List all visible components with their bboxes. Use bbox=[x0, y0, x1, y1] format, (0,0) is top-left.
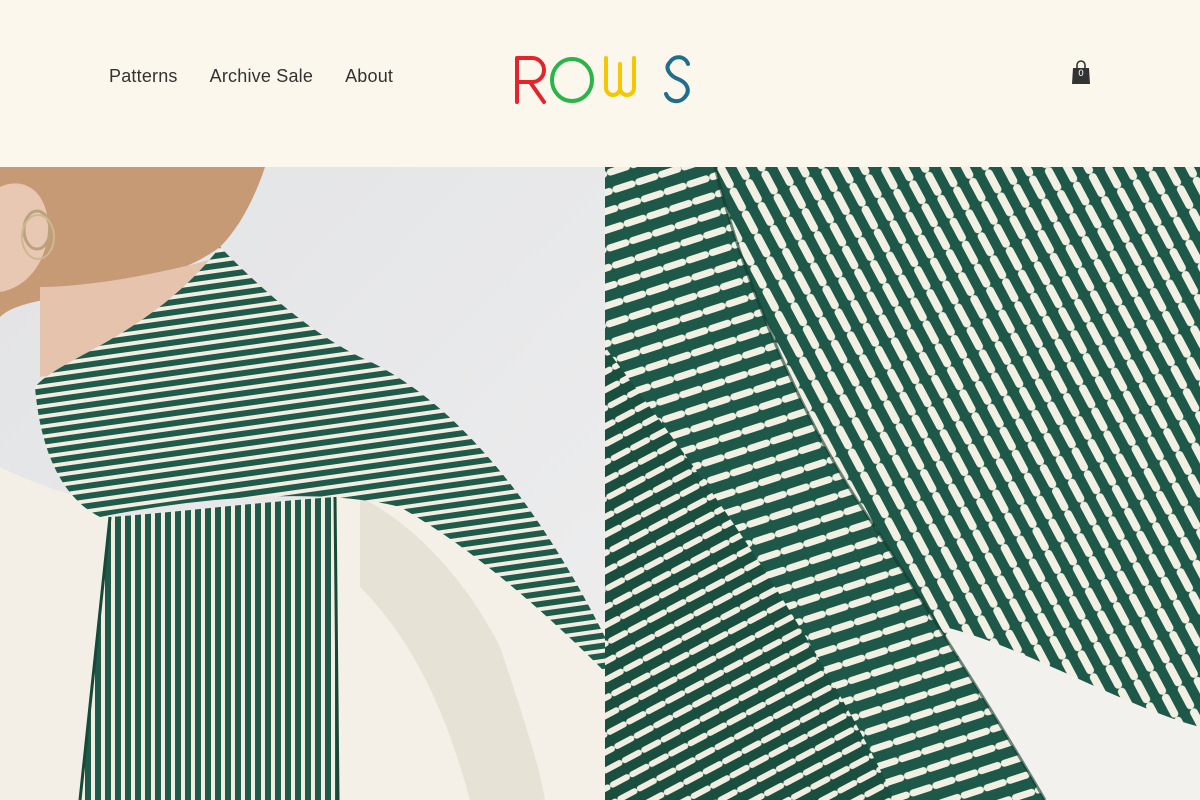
rows-logo-mark bbox=[515, 55, 690, 104]
nav-link-patterns[interactable]: Patterns bbox=[109, 66, 178, 87]
cart-count-badge: 0 bbox=[1078, 69, 1084, 79]
model-scarf-photo bbox=[0, 167, 605, 800]
hero-image-knit-closeup[interactable] bbox=[605, 167, 1200, 800]
site-logo[interactable] bbox=[514, 52, 696, 113]
nav-link-archive-sale[interactable]: Archive Sale bbox=[210, 66, 313, 87]
knit-closeup-photo bbox=[605, 167, 1200, 800]
nav-link-about[interactable]: About bbox=[345, 66, 393, 87]
site-header: Patterns Archive Sale About 0 bbox=[0, 0, 1200, 167]
hero-images bbox=[0, 167, 1200, 800]
cart-button[interactable]: 0 bbox=[1070, 60, 1092, 86]
hero-image-model-scarf[interactable] bbox=[0, 167, 605, 800]
main-nav: Patterns Archive Sale About bbox=[109, 66, 393, 87]
